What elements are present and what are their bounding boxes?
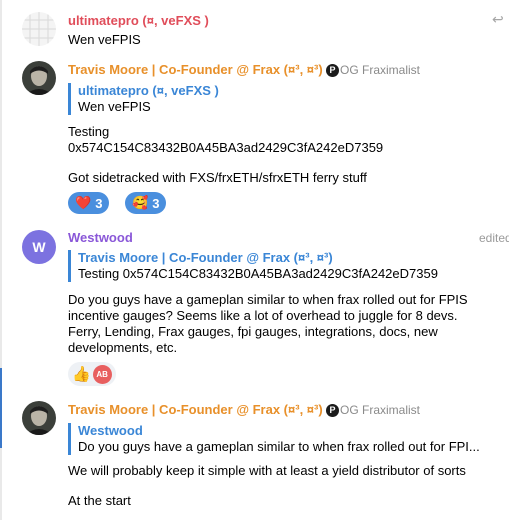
sender-name[interactable]: Westwood xyxy=(68,230,133,245)
reply-arrow-icon[interactable]: ↩ xyxy=(492,11,504,28)
p-badge-icon: P xyxy=(326,403,339,417)
smiling-face-with-hearts-icon: 🥰 xyxy=(132,195,149,210)
member-title-text: OG Fraximalist xyxy=(340,63,421,77)
reply-quote-text: Wen veFPIS xyxy=(78,99,151,114)
avatar-travis-moore[interactable] xyxy=(22,401,56,435)
reaction-smiling-face-with-hearts[interactable]: 🥰 3 xyxy=(125,192,167,214)
member-title: P OG Fraximalist xyxy=(326,63,420,77)
avatar-ultimatepro[interactable] xyxy=(22,12,56,46)
reaction-heart[interactable]: ❤️ 3 xyxy=(68,192,110,214)
heart-icon: ❤️ xyxy=(75,195,92,210)
edited-label: edited xyxy=(479,231,509,245)
reaction-count: 3 xyxy=(95,195,103,211)
sender-name[interactable]: Travis Moore | Co-Founder @ Frax (¤³, ¤³… xyxy=(68,62,323,77)
message-line: At the start xyxy=(68,493,131,508)
reply-quote-text: Testing 0x574C154C83432B0A45BA3ad2429C3f… xyxy=(78,266,438,281)
message-line: Got sidetracked with FXS/frxETH/sfrxETH … xyxy=(68,170,367,185)
message-line: Testing xyxy=(68,124,110,139)
message-line: We will probably keep it simple with at … xyxy=(68,463,466,478)
reaction-thumbs-up[interactable]: 👍 AB xyxy=(68,362,116,386)
reply-quote-name: Travis Moore | Co-Founder @ Frax (¤³, ¤³… xyxy=(78,250,333,265)
sender-name[interactable]: Travis Moore | Co-Founder @ Frax (¤³, ¤³… xyxy=(68,402,323,417)
reactor-avatar: AB xyxy=(92,364,112,384)
reply-quote-name: ultimatepro (¤, veFXS ) xyxy=(78,83,219,98)
reply-quote[interactable]: ultimatepro (¤, veFXS ) Wen veFPIS xyxy=(68,83,378,115)
message-line: 0x574C154C83432B0A45BA3ad2429C3fA242eD73… xyxy=(68,140,384,155)
thumbs-up-icon: 👍 xyxy=(72,366,91,383)
member-title-text: OG Fraximalist xyxy=(340,403,421,417)
reaction-count: 3 xyxy=(152,195,160,211)
avatar-westwood[interactable]: W xyxy=(22,230,56,264)
avatar-letter: W xyxy=(32,239,46,255)
message-text: Wen veFPIS xyxy=(68,32,141,47)
reply-quote[interactable]: Westwood Do you guys have a gameplan sim… xyxy=(68,423,490,455)
member-title: P OG Fraximalist xyxy=(326,403,420,417)
sender-name[interactable]: ultimatepro (¤, veFXS ) xyxy=(68,13,209,28)
reply-quote[interactable]: Travis Moore | Co-Founder @ Frax (¤³, ¤³… xyxy=(68,250,498,282)
reply-quote-text: Do you guys have a gameplan similar to w… xyxy=(78,439,480,454)
p-badge-icon: P xyxy=(326,63,339,77)
reply-quote-name: Westwood xyxy=(78,423,143,438)
message-text: Do you guys have a gameplan similar to w… xyxy=(68,292,468,355)
selection-indicator xyxy=(0,368,2,448)
avatar-travis-moore[interactable] xyxy=(22,61,56,95)
